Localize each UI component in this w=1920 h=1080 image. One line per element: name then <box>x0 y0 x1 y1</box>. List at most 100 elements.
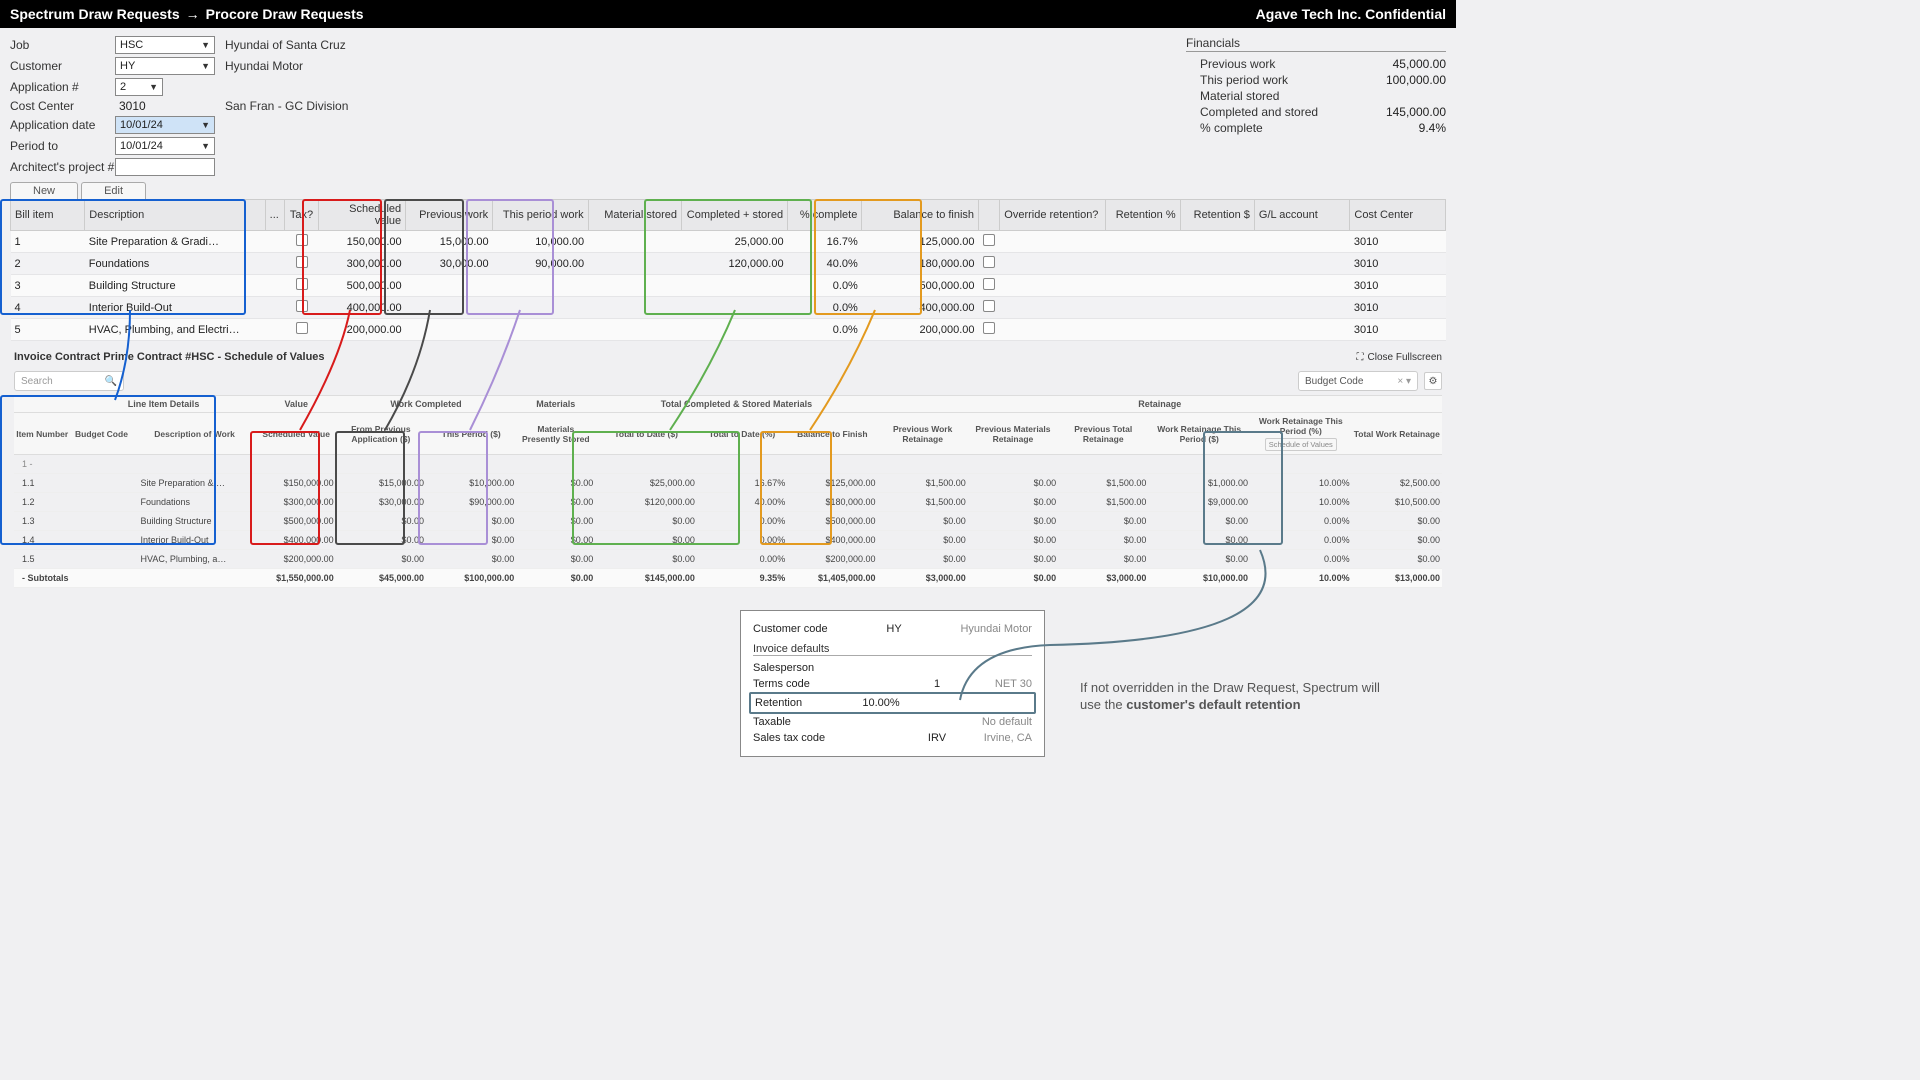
cc-desc: San Fran - GC Division <box>215 99 415 113</box>
financials-title: Financials <box>1186 36 1446 52</box>
filter-icon[interactable]: ⚙ <box>1424 372 1442 390</box>
checkbox[interactable] <box>296 300 308 312</box>
spectrum-table: Bill itemDescription...Tax?Scheduled val… <box>10 199 1446 341</box>
periodto-label: Period to <box>10 139 115 153</box>
spec-header[interactable]: This period work <box>493 200 588 231</box>
spec-header[interactable]: Balance to finish <box>862 200 979 231</box>
button-row: New Edit <box>0 180 1456 199</box>
cust-code-value: HY <box>869 623 919 635</box>
checkbox[interactable] <box>296 278 308 290</box>
financials-row: Completed and stored145,000.00 <box>1186 104 1446 120</box>
table-row[interactable]: 1.1Site Preparation & …$150,000.00$15,00… <box>14 474 1442 493</box>
pro-subheader[interactable]: Budget Code <box>70 413 132 455</box>
retention-note: If not overridden in the Draw Request, S… <box>1080 680 1380 714</box>
spec-header[interactable]: ... <box>265 200 284 231</box>
table-row[interactable]: 5HVAC, Plumbing, and Electri… 200,000.00… <box>11 319 1446 341</box>
financials-row: Previous work45,000.00 <box>1186 56 1446 72</box>
callout-row: Sales tax codeIRVIrvine, CA <box>753 730 1032 746</box>
title-bar: Spectrum Draw Requests→Procore Draw Requ… <box>0 0 1456 28</box>
checkbox[interactable] <box>983 300 995 312</box>
table-row[interactable]: 1Site Preparation & Gradi… 150,000.0015,… <box>11 231 1446 253</box>
invoice-defaults-section: Invoice defaults <box>753 643 1032 656</box>
pro-subheader[interactable]: Total to Date (%) <box>697 413 787 455</box>
financials-row: Material stored <box>1186 88 1446 104</box>
spec-header[interactable]: Retention % <box>1106 200 1180 231</box>
spec-header[interactable]: Cost Center <box>1350 200 1446 231</box>
pro-subheader[interactable]: Balance to Finish <box>787 413 877 455</box>
pro-subheader[interactable]: Description of Work <box>133 413 257 455</box>
chevron-down-icon: ▼ <box>201 120 210 130</box>
pro-subheader[interactable]: Work Retainage This Period (%)Schedule o… <box>1250 413 1352 455</box>
search-icon: 🔍 <box>105 376 117 387</box>
checkbox[interactable] <box>983 234 995 246</box>
spec-header[interactable]: Scheduled value <box>319 200 406 231</box>
chevron-down-icon: ▼ <box>201 141 210 151</box>
table-row[interactable]: 1.5HVAC, Plumbing, a…$200,000.00$0.00$0.… <box>14 550 1442 569</box>
pro-subheader[interactable]: Total Work Retainage <box>1352 413 1442 455</box>
cc-value: 3010 <box>115 99 215 113</box>
search-input[interactable]: Search🔍 <box>14 371 124 391</box>
budget-code-select[interactable]: Budget Code× ▾ <box>1298 371 1418 391</box>
cust-code-label: Customer code <box>753 623 828 635</box>
archproj-input[interactable] <box>115 158 215 176</box>
table-row[interactable]: 2Foundations 300,000.0030,000.0090,000.0… <box>11 253 1446 275</box>
table-row[interactable]: 1.2Foundations$300,000.00$30,000.00$90,0… <box>14 493 1442 512</box>
pro-subheader[interactable]: This Period ($) <box>426 413 516 455</box>
chevron-down-icon: ▼ <box>201 40 210 50</box>
spec-header[interactable]: % complete <box>788 200 862 231</box>
spec-header[interactable]: Previous work <box>406 200 493 231</box>
spec-header[interactable]: Tax? <box>284 200 318 231</box>
close-fullscreen-button[interactable]: ⛶ Close Fullscreen <box>1357 352 1442 363</box>
job-desc: Hyundai of Santa Cruz <box>215 38 415 52</box>
archproj-label: Architect's project # <box>10 160 115 174</box>
job-label: Job <box>10 38 115 52</box>
pro-subheader[interactable]: Scheduled Value <box>257 413 336 455</box>
callout-row: Terms code1NET 30 <box>753 676 1032 692</box>
checkbox[interactable] <box>983 322 995 334</box>
appdate-select[interactable]: 10/01/24▼ <box>115 116 215 134</box>
pro-subheader[interactable]: Previous Materials Retainage <box>968 413 1058 455</box>
checkbox[interactable] <box>296 322 308 334</box>
collapse-icon: ⛶ <box>1357 352 1364 363</box>
table-row[interactable]: 1.3Building Structure$500,000.00$0.00$0.… <box>14 512 1442 531</box>
pro-subheader[interactable]: Previous Work Retainage <box>878 413 968 455</box>
checkbox[interactable] <box>296 256 308 268</box>
pro-subheader[interactable]: Total to Date ($) <box>595 413 697 455</box>
appno-select[interactable]: 2▼ <box>115 78 163 96</box>
spec-header[interactable]: Material stored <box>588 200 681 231</box>
title-left: Spectrum Draw Requests→Procore Draw Requ… <box>10 6 364 22</box>
spec-header[interactable] <box>979 200 1000 231</box>
customer-select[interactable]: HY▼ <box>115 57 215 75</box>
table-row[interactable]: 4Interior Build-Out 400,000.00 0.0%400,0… <box>11 297 1446 319</box>
pro-subheader[interactable]: Materials Presently Stored <box>516 413 595 455</box>
spec-header[interactable]: G/L account <box>1254 200 1349 231</box>
spec-header[interactable]: Bill item <box>11 200 85 231</box>
callout-row: TaxableNo default <box>753 714 1032 730</box>
edit-button[interactable]: Edit <box>81 182 146 199</box>
confidential-label: Agave Tech Inc. Confidential <box>1256 6 1446 22</box>
pro-subheader[interactable]: Work Retainage This Period ($) <box>1148 413 1250 455</box>
spec-header[interactable]: Override retention? <box>1000 200 1106 231</box>
table-row[interactable]: 1.4Interior Build-Out$400,000.00$0.00$0.… <box>14 531 1442 550</box>
group-row[interactable]: 1 - <box>14 455 1442 474</box>
checkbox[interactable] <box>296 234 308 246</box>
spec-header[interactable]: Completed + stored <box>681 200 787 231</box>
checkbox[interactable] <box>983 278 995 290</box>
new-button[interactable]: New <box>10 182 78 199</box>
pro-subheader[interactable]: From Previous Application ($) <box>336 413 426 455</box>
checkbox[interactable] <box>983 256 995 268</box>
spec-header[interactable]: Retention $ <box>1180 200 1254 231</box>
chevron-down-icon: ▼ <box>149 82 158 92</box>
procore-title: Invoice Contract Prime Contract #HSC - S… <box>14 351 325 363</box>
form-area: Job HSC▼ Hyundai of Santa Cruz Customer … <box>0 28 1456 180</box>
search-row: Search🔍 Budget Code× ▾ ⚙ <box>0 367 1456 395</box>
financials-panel: Financials Previous work45,000.00This pe… <box>1186 36 1446 176</box>
pro-subheader[interactable]: Item Number <box>14 413 70 455</box>
spec-header[interactable]: Description <box>85 200 265 231</box>
table-row[interactable]: 3Building Structure 500,000.00 0.0%500,0… <box>11 275 1446 297</box>
appdate-label: Application date <box>10 118 115 132</box>
periodto-select[interactable]: 10/01/24▼ <box>115 137 215 155</box>
job-select[interactable]: HSC▼ <box>115 36 215 54</box>
customer-label: Customer <box>10 59 115 73</box>
pro-subheader[interactable]: Previous Total Retainage <box>1058 413 1148 455</box>
